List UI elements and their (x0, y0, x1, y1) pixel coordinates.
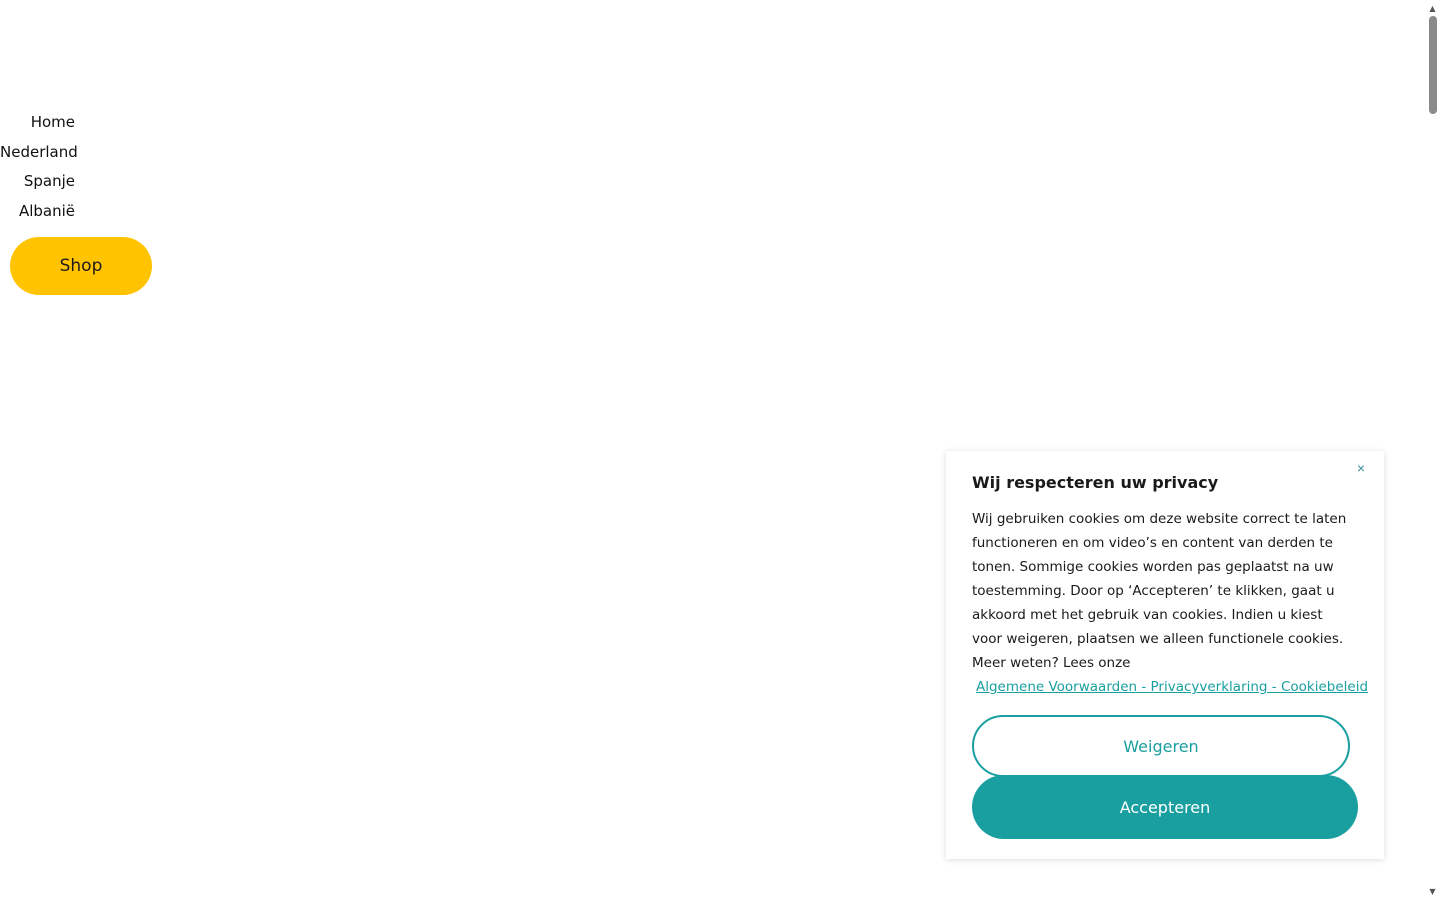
nav-item-albanie[interactable]: Albanië (0, 197, 75, 227)
cookie-dialog-title: Wij respecteren uw privacy (972, 473, 1219, 492)
cookie-dialog-body: Wij gebruiken cookies om deze website co… (972, 511, 1347, 671)
main-navigation: Home Nederland Spanje Albanië (0, 108, 78, 227)
decline-cookies-button[interactable]: Weigeren (972, 715, 1350, 777)
accept-cookies-button[interactable]: Accepteren (972, 775, 1358, 839)
terms-privacy-cookie-links[interactable]: Algemene Voorwaarden - Privacyverklaring… (976, 675, 1368, 699)
scroll-down-arrow-icon[interactable]: ▼ (1425, 884, 1440, 899)
shop-button[interactable]: Shop (10, 237, 152, 295)
nav-item-nederland[interactable]: Nederland (0, 138, 78, 168)
scroll-up-arrow-icon[interactable]: ▲ (1425, 1, 1440, 16)
page-scrollbar[interactable]: ▲ ▼ (1425, 0, 1440, 900)
close-icon[interactable]: × (1352, 459, 1370, 477)
scrollbar-thumb[interactable] (1429, 16, 1437, 114)
nav-item-spanje[interactable]: Spanje (0, 167, 75, 197)
nav-item-home[interactable]: Home (0, 108, 75, 138)
cookie-consent-dialog: × Wij respecteren uw privacy Wij gebruik… (946, 451, 1384, 859)
page: Home Nederland Spanje Albanië Shop × Wij… (0, 0, 1440, 900)
